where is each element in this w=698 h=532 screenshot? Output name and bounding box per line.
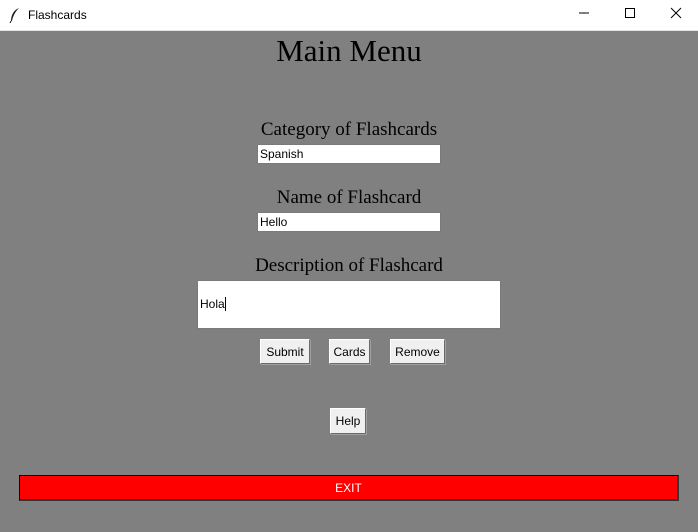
category-field[interactable]	[257, 144, 441, 164]
category-label: Category of Flashcards	[260, 119, 438, 140]
title-bar[interactable]: Flashcards	[0, 0, 698, 31]
minimize-icon	[578, 6, 590, 24]
remove-button[interactable]: Remove	[390, 339, 445, 364]
close-button[interactable]	[653, 0, 698, 30]
text-caret	[224, 297, 226, 311]
submit-button[interactable]: Submit	[260, 339, 310, 364]
description-textarea[interactable]: Hola	[197, 280, 501, 329]
description-label: Description of Flashcard	[255, 255, 443, 276]
minimize-button[interactable]	[561, 0, 607, 30]
close-icon	[670, 6, 682, 24]
cards-button[interactable]: Cards	[329, 339, 370, 364]
flashcards-window: Flashcards Main Menu Category of Flashca…	[0, 0, 698, 532]
exit-button[interactable]: EXIT	[19, 475, 679, 501]
help-button[interactable]: Help	[330, 408, 366, 434]
description-text: Hola	[200, 297, 225, 311]
maximize-icon	[624, 6, 636, 24]
name-label: Name of Flashcard	[276, 187, 422, 208]
window-title: Flashcards	[28, 8, 87, 22]
page-title: Main Menu	[276, 33, 422, 68]
maximize-button[interactable]	[607, 0, 653, 30]
name-field[interactable]	[257, 212, 441, 232]
feather-icon	[8, 7, 22, 24]
